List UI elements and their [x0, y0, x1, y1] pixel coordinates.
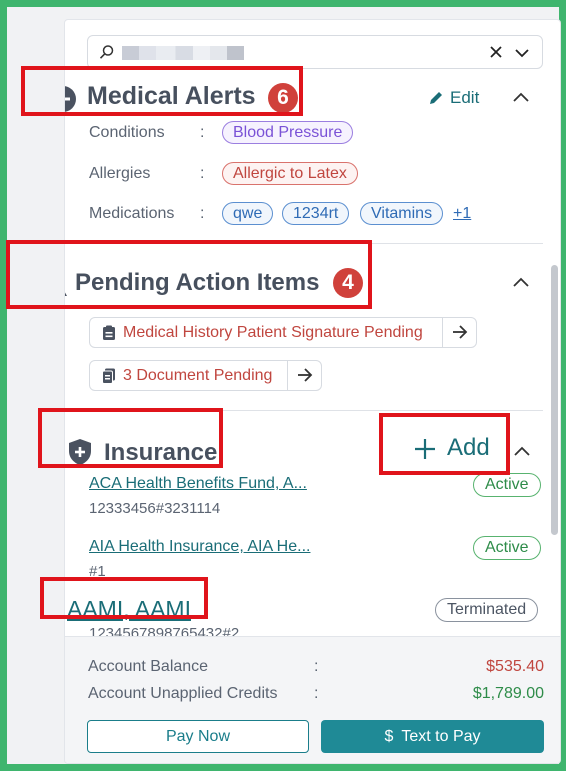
colon: :: [314, 658, 319, 675]
insurance-name-link[interactable]: AIA Health Insurance, AIA He...: [89, 538, 310, 556]
pending-action-item-label: Medical History Patient Signature Pendin…: [123, 324, 423, 341]
patient-summary-panel: Medical Alerts 6 Edit Conditions : Blood…: [64, 19, 561, 764]
account-balance-label: Account Balance: [88, 658, 209, 675]
chevron-up-icon[interactable]: [513, 444, 531, 458]
account-balance-value: $535.40: [486, 658, 544, 675]
search-icon: [99, 45, 114, 59]
pending-action-item[interactable]: 3 Document Pending: [89, 360, 322, 391]
scrollbar-thumb[interactable]: [551, 265, 558, 535]
insurance-name-link[interactable]: ACA Health Benefits Fund, A...: [89, 475, 307, 493]
medication-chip[interactable]: Vitamins: [360, 202, 444, 225]
document-icon: [102, 368, 115, 384]
colon: :: [200, 124, 205, 141]
unapplied-credits-label: Account Unapplied Credits: [88, 685, 278, 702]
unapplied-credits-value: $1,789.00: [472, 685, 544, 702]
insurance-status-badge: Active: [473, 536, 541, 560]
app-frame: Medical Alerts 6 Edit Conditions : Blood…: [7, 7, 561, 764]
chevron-up-icon[interactable]: [512, 90, 530, 104]
condition-chip[interactable]: Blood Pressure: [222, 121, 354, 144]
colon: :: [200, 205, 205, 222]
text-to-pay-button[interactable]: $ Text to Pay: [321, 720, 544, 753]
redacted-search-value: [122, 46, 244, 60]
dollar-icon: $: [384, 728, 394, 745]
pencil-icon: [430, 92, 442, 104]
highlight-box-insurance: [38, 408, 223, 468]
clear-icon[interactable]: [488, 44, 504, 60]
pay-now-button[interactable]: Pay Now: [87, 720, 309, 753]
chevron-up-icon[interactable]: [512, 275, 530, 289]
highlight-box-medical-alerts: [21, 66, 303, 116]
patient-search-input[interactable]: [87, 35, 543, 69]
chevron-down-icon[interactable]: [514, 45, 530, 61]
arrow-right-icon: [453, 325, 468, 339]
medication-chip[interactable]: qwe: [222, 202, 274, 225]
highlight-box-pending-action-items: [6, 240, 372, 309]
account-footer: Account Balance : $535.40 Account Unappl…: [65, 636, 560, 763]
open-item-button[interactable]: [442, 318, 476, 347]
colon: :: [200, 165, 205, 182]
pending-action-item[interactable]: Medical History Patient Signature Pendin…: [89, 317, 477, 348]
insurance-policy-number: 12333456#3231114: [89, 500, 221, 517]
edit-label: Edit: [450, 88, 480, 107]
allergies-label: Allergies: [89, 165, 151, 182]
open-item-button[interactable]: [287, 361, 321, 390]
text-to-pay-label: Text to Pay: [401, 728, 481, 745]
allergy-chip[interactable]: Allergic to Latex: [222, 162, 358, 185]
insurance-status-badge: Active: [473, 473, 541, 497]
highlight-box-add: [379, 413, 510, 475]
colon: :: [314, 685, 319, 702]
arrow-right-icon: [298, 368, 313, 382]
insurance-status-badge: Terminated: [435, 598, 539, 622]
highlight-box-aami: [40, 577, 208, 619]
more-medications-link[interactable]: +1: [453, 205, 471, 223]
medications-label: Medications: [89, 205, 175, 222]
pending-action-item-label: 3 Document Pending: [123, 367, 273, 384]
clipboard-icon: [103, 325, 115, 340]
medication-chip[interactable]: 1234rt: [282, 202, 350, 225]
conditions-label: Conditions: [89, 124, 165, 141]
